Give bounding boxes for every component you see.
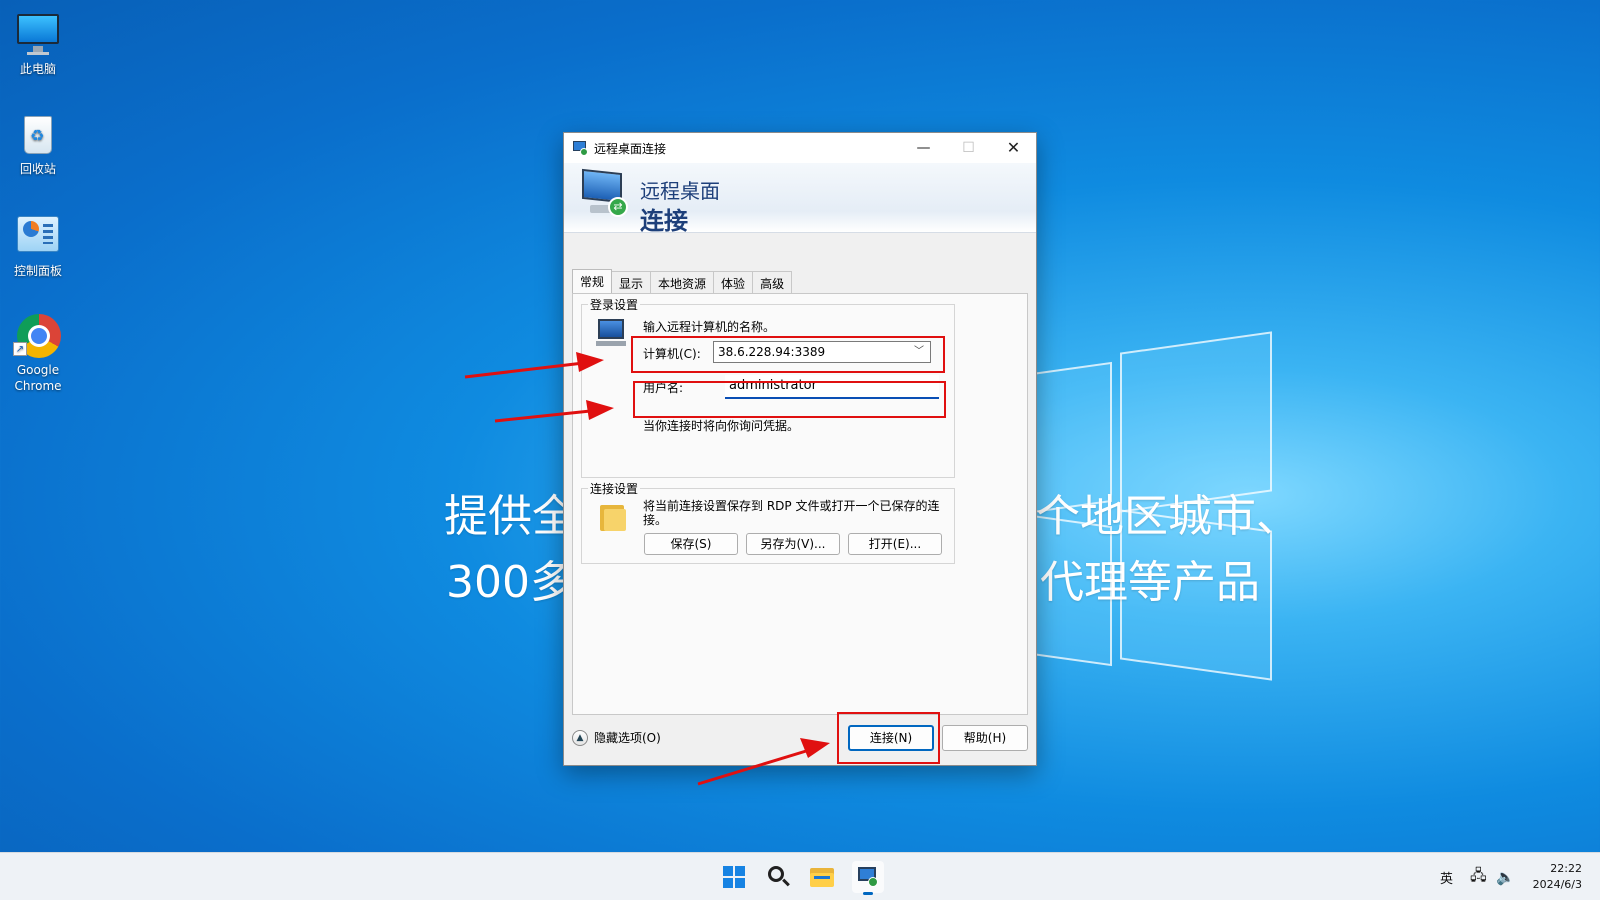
banner-title-line1: 远程桌面 [640,179,720,203]
login-settings-legend: 登录设置 [588,296,641,313]
wallpaper-text-line2-right: 代理等产品 [1040,557,1260,608]
desktop-icon-google-chrome[interactable]: ↗ Google Chrome [0,312,76,394]
title-bar[interactable]: 远程桌面连接 — ☐ ✕ [564,133,1036,163]
desktop-icon-label: 控制面板 [13,264,62,278]
desktop-icon-recycle-bin[interactable]: ♻ 回收站 [0,110,76,177]
chrome-icon: ↗ [13,312,61,358]
credentials-note: 当你连接时将向你询问凭据。 [643,419,800,433]
file-explorer-icon[interactable] [806,861,838,893]
network-icon[interactable]: 🖧 [1470,853,1487,900]
desktop-icon-control-panel[interactable]: 控制面板 [0,212,76,279]
connection-settings-description: 将当前连接设置保存到 RDP 文件或打开一个已保存的连接。 [643,499,940,527]
tab-experience[interactable]: 体验 [713,271,754,293]
save-button[interactable]: 保存(S) [644,533,738,555]
annotation-box-connect [837,712,940,764]
desktop-icon-label: Google Chrome [14,363,62,393]
window-title: 远程桌面连接 [594,141,667,156]
volume-icon[interactable]: 🔈 [1496,853,1515,900]
dialog-banner: ⇄ 远程桌面 连接 [564,163,1036,235]
computer-icon [596,317,630,347]
close-button[interactable]: ✕ [991,133,1036,163]
clock-date: 2024/6/3 [1532,878,1582,891]
tab-advanced[interactable]: 高级 [752,271,793,293]
start-button[interactable] [718,861,750,893]
wallpaper-text-line2-left: 300多 [446,557,574,608]
desktop-icon-label: 此电脑 [19,62,56,76]
connection-settings-legend: 连接设置 [588,480,641,497]
desktop-icon-label: 回收站 [19,162,56,176]
remote-desktop-banner-icon: ⇄ [580,168,628,217]
tab-display[interactable]: 显示 [611,271,652,293]
annotation-box-computer [631,336,945,373]
hide-options-label: 隐藏选项(O) [594,731,661,745]
maximize-button[interactable]: ☐ [946,133,991,163]
remote-desktop-taskbar-icon[interactable] [852,861,884,895]
taskbar: 英 🖧 🔈 22:22 2024/6/3 [0,852,1600,900]
search-icon[interactable] [762,861,794,893]
recycle-bin-icon: ♻ [15,110,61,156]
desktop-icon-this-pc[interactable]: 此电脑 [0,10,76,77]
save-as-button[interactable]: 另存为(V)... [746,533,840,555]
wallpaper-text-line1-right: 个地区城市、 [1036,491,1300,542]
clock-time: 22:22 [1550,862,1582,875]
tab-local-resources[interactable]: 本地资源 [650,271,715,293]
this-pc-icon [15,10,61,56]
help-button[interactable]: 帮助(H) [942,725,1028,751]
control-panel-icon [15,212,61,258]
computer-prompt: 输入远程计算机的名称。 [643,320,776,334]
connection-settings-group: 连接设置 将当前连接设置保存到 RDP 文件或打开一个已保存的连接。 保存(S)… [581,480,955,564]
hide-options-toggle[interactable]: ▲ 隐藏选项(O) [572,729,661,746]
remote-desktop-app-icon [572,140,588,156]
remote-desktop-dialog: 远程桌面连接 — ☐ ✕ ⇄ 远程桌面 连接 常规 显示 本地资源 体验 高级 … [563,132,1037,766]
wallpaper-text-line1-left: 提供全 [444,491,576,542]
chevron-up-icon: ▲ [572,729,588,746]
tab-general[interactable]: 常规 [572,269,613,293]
input-language-indicator[interactable]: 英 [1440,853,1453,900]
minimize-button[interactable]: — [901,133,946,163]
folder-icon [598,501,628,531]
open-button[interactable]: 打开(E)... [848,533,942,555]
tab-strip: 常规 显示 本地资源 体验 高级 [572,269,793,293]
banner-title-line2: 连接 [640,207,688,235]
system-clock[interactable]: 22:22 2024/6/3 [1533,861,1582,893]
annotation-box-username [633,381,946,418]
